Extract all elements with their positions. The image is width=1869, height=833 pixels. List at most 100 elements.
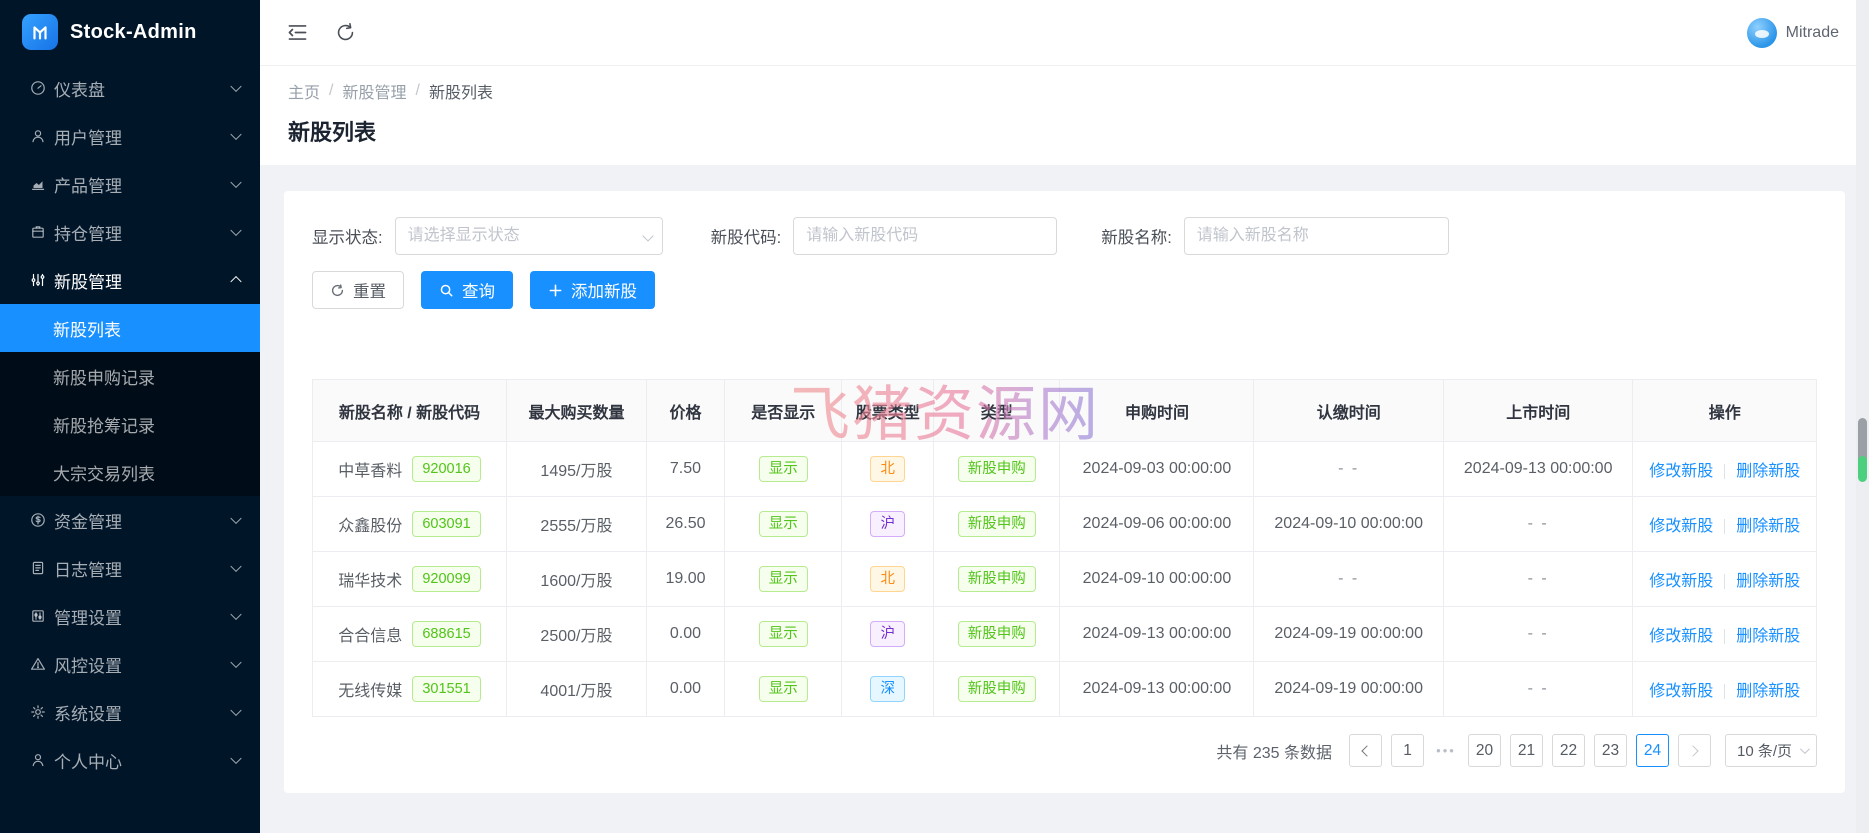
sidebar-item-label: 用户管理: [54, 128, 122, 148]
max-qty: 2500/万股: [506, 606, 647, 662]
action-divider: [1724, 519, 1726, 535]
table-header-row: 新股名称 / 新股代码 最大购买数量 价格 是否显示 股票类型 类型 申购时间 …: [311, 379, 1817, 442]
stock-code-badge: 603091: [412, 510, 481, 538]
delete-ipo-link[interactable]: 删除新股: [1736, 573, 1800, 590]
topbar: Mitrade: [260, 0, 1869, 66]
refresh-icon[interactable]: [335, 22, 356, 43]
reset-button-label: 重置: [353, 283, 386, 301]
type-badge: 新股申购: [957, 455, 1036, 483]
sidebar-item-positions[interactable]: 持仓管理: [0, 208, 260, 256]
page-button[interactable]: 20: [1468, 734, 1501, 767]
subscribe-time: 2024-09-13 00:00:00: [1059, 661, 1255, 717]
stock-name: 瑞华技术: [338, 573, 403, 590]
page-button[interactable]: 22: [1552, 734, 1585, 767]
reset-button[interactable]: 重置: [312, 271, 404, 309]
subscribe-time: 2024-09-06 00:00:00: [1059, 496, 1255, 552]
code-filter-label: 新股代码:: [710, 229, 782, 247]
sidebar-item-label: 个人中心: [54, 752, 122, 772]
col-header-visible: 是否显示: [724, 379, 843, 442]
sidebar-item-users[interactable]: 用户管理: [0, 112, 260, 160]
chevron-down-icon: [230, 608, 242, 621]
avatar[interactable]: [1746, 17, 1777, 48]
chevron-down-icon: [230, 704, 242, 717]
breadcrumb-section[interactable]: 新股管理: [342, 79, 406, 103]
page-button[interactable]: 1: [1391, 734, 1424, 767]
user-menu[interactable]: Mitrade: [1746, 17, 1839, 48]
page-button[interactable]: 21: [1510, 734, 1543, 767]
page-button[interactable]: 23: [1594, 734, 1627, 767]
name-input[interactable]: [1183, 217, 1449, 255]
sidebar-item-products[interactable]: 产品管理: [0, 160, 260, 208]
ipo-list-card: 显示状态: 新股代码: 新股名称: 重置: [284, 191, 1845, 793]
sidebar-item-profile[interactable]: 个人中心: [0, 736, 260, 784]
delete-ipo-link[interactable]: 删除新股: [1736, 628, 1800, 645]
edit-ipo-link[interactable]: 修改新股: [1649, 518, 1713, 535]
status-filter-label: 显示状态:: [312, 229, 383, 247]
reset-icon: [331, 283, 344, 296]
settings-sliders-icon: [30, 608, 46, 624]
payment-time: 2024-09-19 00:00:00: [1253, 661, 1444, 717]
sidebar-subitem-label: 新股抢筹记录: [53, 416, 155, 436]
col-header-listing-time: 上市时间: [1442, 379, 1634, 442]
col-header-max-qty: 最大购买数量: [506, 379, 647, 442]
scrollbar[interactable]: [1856, 0, 1869, 833]
person-icon: [30, 752, 46, 768]
visible-badge: 显示: [758, 565, 808, 593]
delete-ipo-link[interactable]: 删除新股: [1736, 518, 1800, 535]
main-area: Mitrade 主页 / 新股管理 / 新股列表 新股列表 显示状态: 请选择显…: [260, 0, 1869, 833]
sidebar-item-dashboard[interactable]: 仪表盘: [0, 64, 260, 112]
stock-code-badge: 688615: [412, 620, 481, 648]
table-row: 合合信息 688615 2500/万股 0.00 显示 沪 新股申购 2024-0…: [311, 606, 1817, 662]
col-header-payment-time: 认缴时间: [1253, 379, 1444, 442]
log-document-icon: [30, 560, 46, 576]
sidebar-item-risk-settings[interactable]: 风控设置: [0, 640, 260, 688]
listing-time: - -: [1442, 606, 1634, 662]
search-button[interactable]: 查询: [421, 271, 513, 309]
chevron-down-icon: [230, 560, 242, 573]
stock-name: 合合信息: [338, 628, 403, 645]
sidebar-item-label: 日志管理: [54, 560, 122, 580]
edit-ipo-link[interactable]: 修改新股: [1649, 463, 1713, 480]
add-ipo-button[interactable]: 添加新股: [530, 271, 655, 309]
prev-page-button[interactable]: [1349, 734, 1382, 767]
chevron-right-icon: [1687, 744, 1699, 757]
edit-ipo-link[interactable]: 修改新股: [1649, 683, 1713, 700]
sidebar-subitem-block-trades[interactable]: 大宗交易列表: [0, 448, 260, 496]
sidebar-subitem-grab-records[interactable]: 新股抢筹记录: [0, 400, 260, 448]
sidebar-subitem-subscription-records[interactable]: 新股申购记录: [0, 352, 260, 400]
col-header-market: 股票类型: [841, 379, 935, 442]
code-input[interactable]: [793, 217, 1058, 255]
pagination-ellipsis[interactable]: •••: [1433, 743, 1459, 758]
sidebar-subitem-ipo-list[interactable]: 新股列表: [0, 304, 260, 352]
sidebar-item-ipo-management[interactable]: 新股管理: [0, 256, 260, 304]
chevron-up-icon: [230, 275, 242, 288]
collapse-sidebar-button[interactable]: [286, 21, 309, 44]
sidebar-item-system-settings[interactable]: 系统设置: [0, 688, 260, 736]
stock-name: 众鑫股份: [338, 518, 403, 535]
username: Mitrade: [1785, 23, 1839, 41]
sidebar-item-label: 资金管理: [54, 512, 122, 532]
page-size-value: 10 条/页: [1737, 743, 1793, 760]
edit-ipo-link[interactable]: 修改新股: [1649, 628, 1713, 645]
status-select-input[interactable]: [394, 217, 663, 255]
sidebar-item-logs[interactable]: 日志管理: [0, 544, 260, 592]
price: 19.00: [645, 551, 726, 607]
delete-ipo-link[interactable]: 删除新股: [1736, 463, 1800, 480]
sidebar-item-funds[interactable]: 资金管理: [0, 496, 260, 544]
status-select[interactable]: [394, 217, 663, 255]
breadcrumb-separator: /: [329, 82, 334, 99]
market-badge: 北: [870, 565, 905, 593]
warning-triangle-icon: [30, 656, 46, 672]
chevron-down-icon: [230, 224, 242, 237]
chevron-down-icon: [230, 656, 242, 669]
breadcrumb-home[interactable]: 主页: [288, 79, 320, 103]
col-header-name-code: 新股名称 / 新股代码: [311, 379, 508, 442]
edit-ipo-link[interactable]: 修改新股: [1649, 573, 1713, 590]
sidebar-item-admin-settings[interactable]: 管理设置: [0, 592, 260, 640]
stock-name: 中草香料: [338, 463, 403, 480]
page-button-active[interactable]: 24: [1636, 734, 1669, 767]
next-page-button[interactable]: [1678, 734, 1711, 767]
page-size-select[interactable]: 10 条/页: [1725, 734, 1817, 767]
delete-ipo-link[interactable]: 删除新股: [1736, 683, 1800, 700]
sliders-icon: [30, 272, 46, 288]
